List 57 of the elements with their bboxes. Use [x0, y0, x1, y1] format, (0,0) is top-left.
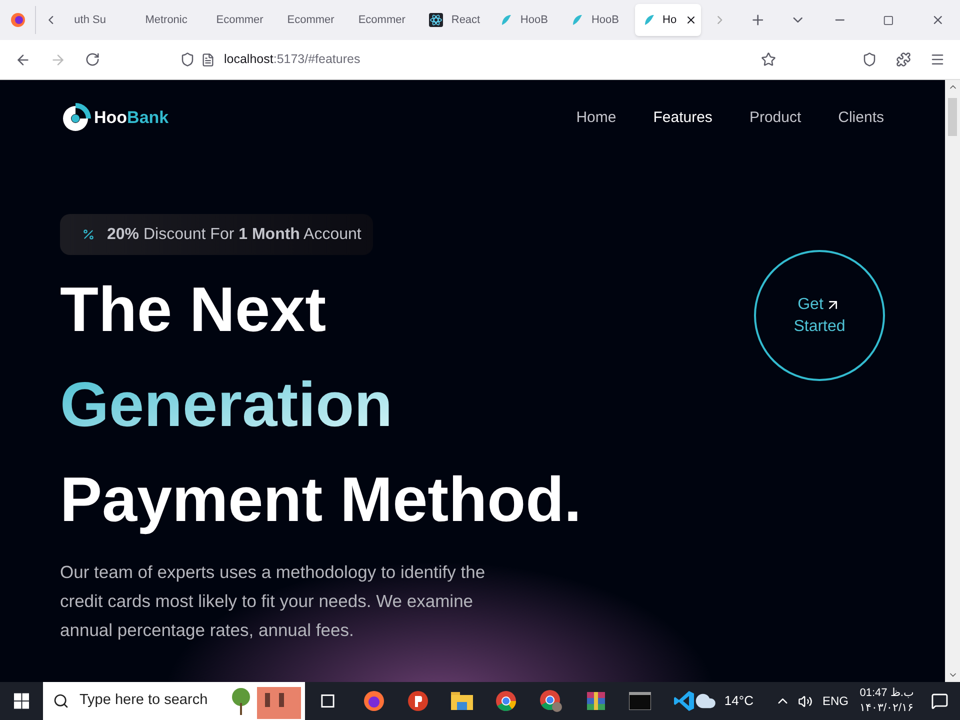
menu-icon[interactable] [930, 52, 945, 67]
browser-tab[interactable]: Ecommer [208, 4, 280, 36]
hero-description: Our team of experts uses a methodology to identify the credit cards most likely to fit your needs. We examine annual percentage rates, annual fees. [60, 561, 486, 642]
browser-tab[interactable]: HooB [492, 4, 564, 36]
folder-icon[interactable] [451, 692, 474, 710]
nav-link[interactable]: Clients [838, 106, 884, 130]
hero-heading-line: Payment Method. [60, 464, 582, 537]
browser-tab[interactable]: React [421, 4, 492, 36]
leaf-icon [642, 14, 655, 26]
chrome-icon[interactable] [539, 689, 564, 713]
speaker-icon[interactable] [798, 694, 812, 708]
percent-icon [82, 228, 95, 241]
discount-text: 20% Discount For 1 Month Account [107, 224, 362, 244]
taskbar-search-field[interactable]: Type here to search [43, 682, 305, 720]
brand-name: HooBank [94, 107, 169, 130]
nav-link[interactable]: Product [749, 106, 802, 130]
browser-tab[interactable]: uth Su [66, 4, 138, 36]
task-view-icon[interactable] [320, 693, 336, 709]
get-started-button[interactable]: Get Started [754, 250, 885, 381]
atom-icon [429, 13, 444, 27]
address-field[interactable]: localhost:5173/#features [224, 50, 744, 69]
restore-icon[interactable] [883, 14, 894, 26]
firefox-icon[interactable] [363, 690, 386, 712]
browser-tab[interactable]: Ecommer [350, 4, 422, 36]
clock-date[interactable]: ۱۴۰۳/۰۲/۱۶ [859, 701, 914, 716]
browser-tab[interactable]: HooB [563, 4, 635, 36]
code-editor-icon[interactable] [673, 690, 696, 712]
nav-link[interactable]: Home [576, 106, 616, 130]
logo-icon [60, 102, 91, 134]
notification-icon[interactable] [930, 692, 948, 710]
language-indicator[interactable]: ENG [822, 692, 848, 710]
archive-icon[interactable] [585, 690, 608, 712]
back-icon[interactable] [15, 52, 31, 68]
weather-temperature[interactable]: 14°C [724, 691, 754, 711]
search-icon [53, 693, 70, 709]
chrome-icon[interactable] [495, 690, 518, 712]
browser-logo-icon[interactable] [10, 12, 26, 28]
extensions-icon[interactable] [896, 52, 911, 67]
leaf-icon [571, 14, 584, 26]
clock-time[interactable]: 01:47 ب.ظ [860, 686, 914, 701]
terminal-icon[interactable] [629, 692, 652, 710]
scrollbar[interactable] [945, 80, 960, 682]
shield-icon [180, 52, 195, 67]
reload-icon[interactable] [85, 52, 100, 67]
scrollbar-thumb[interactable] [948, 98, 957, 136]
close-tab-icon[interactable] [684, 14, 697, 26]
p-app-icon[interactable] [407, 690, 430, 712]
page-icon [201, 52, 215, 66]
nav-link[interactable]: Features [653, 106, 712, 130]
leaf-icon [500, 14, 512, 26]
bookmark-star-icon[interactable] [761, 52, 776, 67]
hero-heading-line: The Next [60, 274, 326, 347]
browser-tab[interactable]: Ecommer [279, 4, 350, 36]
new-tab-icon[interactable] [750, 12, 766, 28]
browser-tab[interactable]: Metronic [137, 4, 208, 36]
windows-start-icon[interactable] [14, 693, 30, 709]
browser-tab[interactable]: Ho [634, 4, 701, 36]
